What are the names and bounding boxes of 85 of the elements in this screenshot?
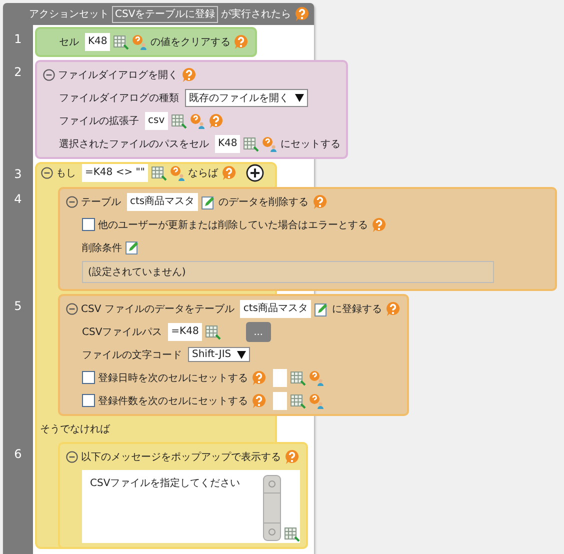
help-icon[interactable] xyxy=(181,67,197,83)
variable-help-icon[interactable] xyxy=(190,112,205,128)
step-label: のデータを削除する xyxy=(218,196,309,209)
cell-field[interactable] xyxy=(273,392,287,410)
grid-icon[interactable] xyxy=(284,526,300,542)
table-field[interactable]: cts商品マスタ xyxy=(240,300,311,318)
variable-help-icon[interactable] xyxy=(309,370,324,386)
file-path-field[interactable]: =K48 xyxy=(168,322,202,340)
help-icon[interactable] xyxy=(220,165,237,181)
checkbox[interactable] xyxy=(82,394,95,407)
collapse-icon[interactable] xyxy=(66,196,78,208)
step-label: テーブル xyxy=(81,196,121,209)
step-label: の値をクリアする xyxy=(150,36,230,49)
message-text: CSVファイルを指定してください xyxy=(90,478,240,489)
message-field[interactable]: CSVファイルを指定してください xyxy=(82,470,300,543)
help-icon[interactable] xyxy=(312,194,328,210)
variable-help-icon[interactable] xyxy=(262,136,278,152)
variable-help-icon[interactable] xyxy=(170,165,185,181)
line-number: 6 xyxy=(13,446,23,461)
field-label: ファイルダイアログの種類 xyxy=(59,92,179,104)
edit-icon[interactable] xyxy=(314,302,329,316)
grid-icon[interactable] xyxy=(113,34,130,50)
help-icon[interactable] xyxy=(251,392,267,408)
caret-icon xyxy=(295,94,304,102)
field-label: 選択されたファイルのパスをセル xyxy=(59,138,209,150)
cell-field[interactable]: K48 xyxy=(215,134,240,152)
line-number: 4 xyxy=(13,191,23,206)
help-icon[interactable] xyxy=(385,301,401,317)
help-icon[interactable] xyxy=(294,6,310,22)
step-label: に登録する xyxy=(332,303,382,316)
else-label: そうでなければ xyxy=(40,423,112,436)
add-icon[interactable] xyxy=(246,164,264,182)
dialog-type-dropdown[interactable]: 既存のファイルを開く xyxy=(185,88,308,106)
help-icon[interactable] xyxy=(371,216,387,232)
step-label: もし xyxy=(56,167,76,180)
cell-field[interactable]: K48 xyxy=(85,33,110,51)
grid-icon[interactable] xyxy=(204,324,221,340)
condition-box: (設定されていません) xyxy=(82,261,494,283)
browse-button[interactable]: ... xyxy=(246,322,271,342)
edit-icon[interactable] xyxy=(125,240,140,255)
step-label: ならば xyxy=(188,167,218,180)
grid-icon[interactable] xyxy=(170,112,187,128)
grid-icon[interactable] xyxy=(290,370,306,386)
step-label: セル xyxy=(59,36,79,49)
grid-icon[interactable] xyxy=(150,165,167,181)
trigger-label: アクションセット xyxy=(29,8,109,21)
checkbox-label: 登録件数を次のセルにセットする xyxy=(98,394,248,408)
step-label: CSV ファイルのデータをテーブル xyxy=(81,302,234,316)
help-icon[interactable] xyxy=(284,449,300,465)
step-title: 以下のメッセージをポップアップで表示する xyxy=(81,450,281,464)
encoding-dropdown[interactable]: Shift-JIS xyxy=(188,347,250,362)
line-number: 2 xyxy=(13,64,23,79)
help-icon[interactable] xyxy=(208,112,224,128)
collapse-icon[interactable] xyxy=(66,451,78,463)
line-number: 3 xyxy=(13,166,23,181)
field-label: ファイルの拡張子 xyxy=(59,114,139,128)
grid-icon[interactable] xyxy=(290,392,306,408)
field-label: にセットする xyxy=(280,138,340,150)
line-number: 5 xyxy=(13,298,23,313)
field-label: ファイルの文字コード xyxy=(82,348,182,362)
cell-field[interactable] xyxy=(273,368,287,386)
collapse-icon[interactable] xyxy=(43,69,55,81)
checkbox-label: 他のユーザーが更新または削除していた場合はエラーとする xyxy=(98,218,368,232)
help-icon[interactable] xyxy=(233,34,250,50)
table-field[interactable]: cts商品マスタ xyxy=(127,193,198,211)
field-label: CSVファイルパス xyxy=(82,326,162,338)
collapse-icon[interactable] xyxy=(66,303,78,315)
edit-icon[interactable] xyxy=(200,194,216,210)
collapse-icon[interactable] xyxy=(41,167,53,179)
extension-field[interactable]: csv xyxy=(145,112,168,130)
line-number: 1 xyxy=(13,31,23,46)
checkbox-label: 登録日時を次のセルにセットする xyxy=(98,372,248,384)
help-icon[interactable] xyxy=(251,370,267,386)
step-title: ファイルダイアログを開く xyxy=(58,69,178,82)
checkbox[interactable] xyxy=(82,218,95,231)
variable-help-icon[interactable] xyxy=(132,34,148,50)
checkbox[interactable] xyxy=(82,371,95,384)
action-set-name: CSVをテーブルに登録 xyxy=(112,6,218,22)
variable-help-icon[interactable] xyxy=(309,392,324,408)
scrollbar[interactable] xyxy=(263,475,281,541)
grid-icon[interactable] xyxy=(243,136,260,152)
field-label: 削除条件 xyxy=(82,242,122,254)
trigger-label: が実行されたら xyxy=(221,8,292,21)
condition-field[interactable]: =K48 <> "" xyxy=(82,164,148,182)
caret-icon xyxy=(237,350,246,358)
